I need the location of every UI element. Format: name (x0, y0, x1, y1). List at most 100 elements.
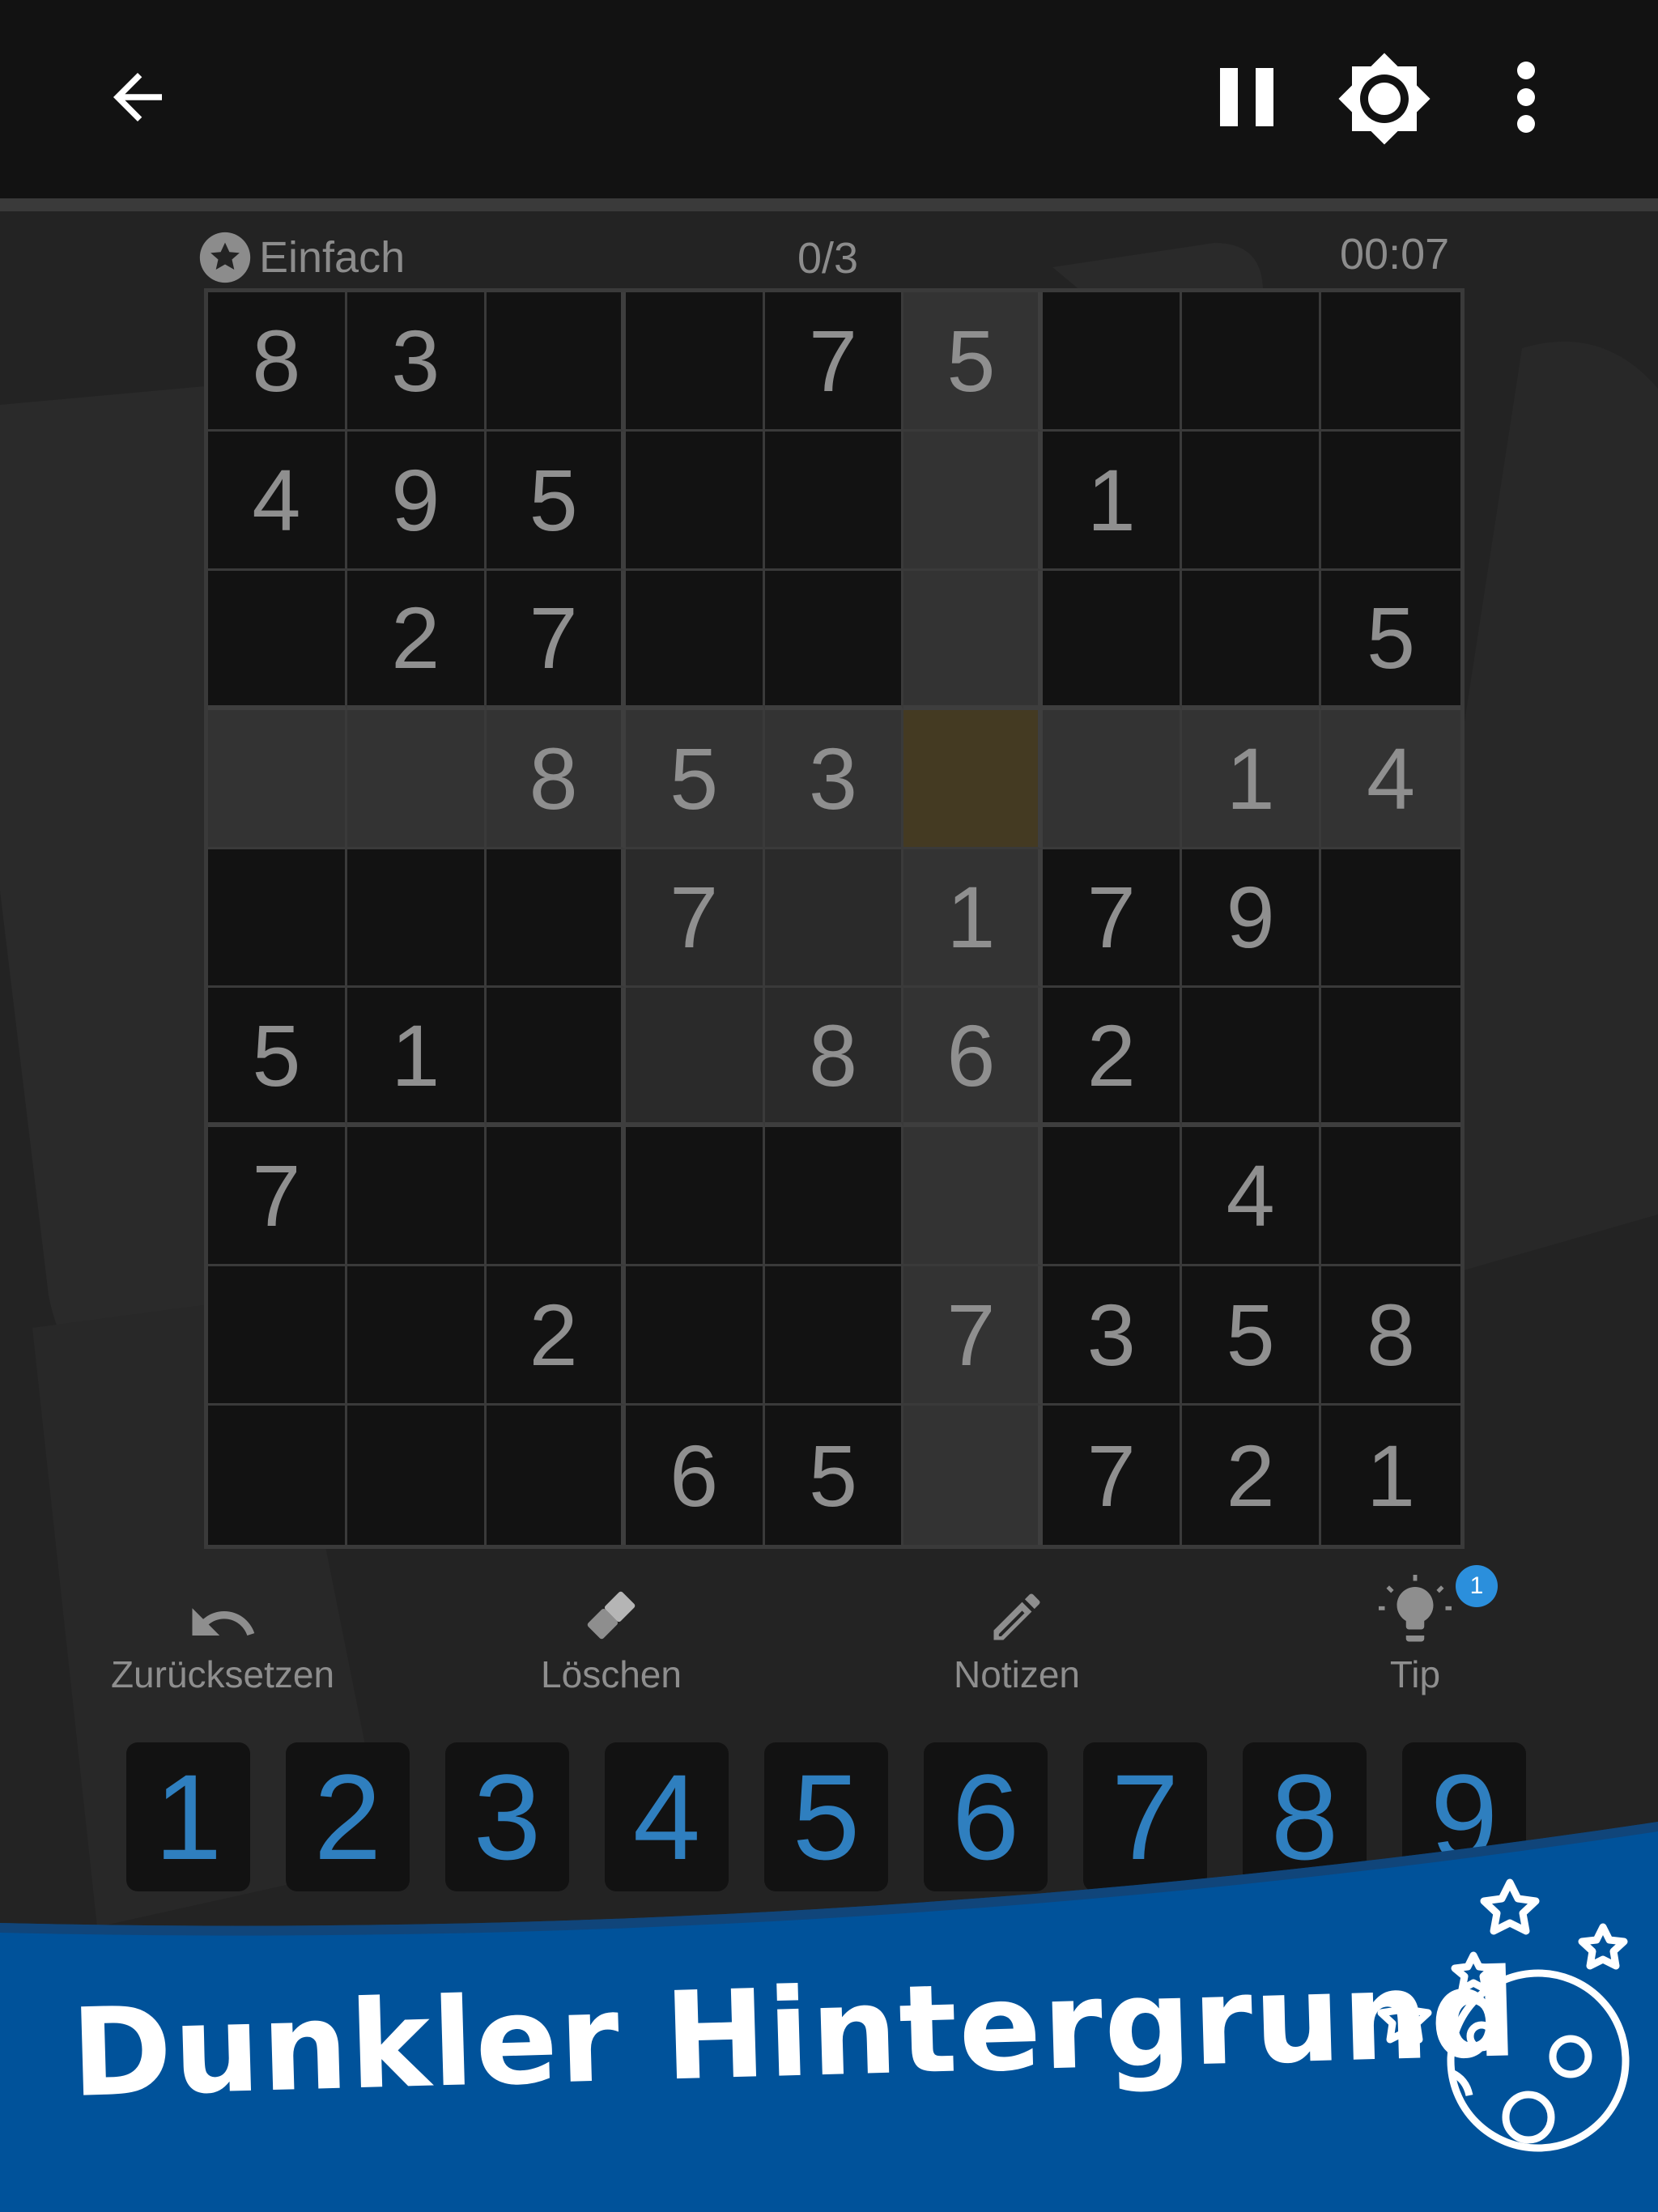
number-key-2[interactable]: 2 (286, 1742, 410, 1891)
sudoku-cell[interactable] (903, 570, 1044, 710)
sudoku-cell[interactable]: 7 (625, 849, 765, 989)
sudoku-cell[interactable]: 7 (903, 1266, 1044, 1406)
sudoku-cell[interactable]: 1 (1182, 709, 1322, 849)
sudoku-cell[interactable] (208, 570, 347, 710)
sudoku-cell[interactable]: 3 (764, 709, 904, 849)
sudoku-cell[interactable] (1182, 988, 1322, 1128)
sudoku-cell[interactable]: 7 (1043, 849, 1183, 989)
sudoku-cell[interactable]: 2 (1043, 988, 1183, 1128)
sudoku-cell[interactable]: 8 (764, 988, 904, 1128)
sudoku-cell[interactable]: 4 (208, 431, 347, 571)
sudoku-cell[interactable]: 5 (764, 1406, 904, 1545)
sudoku-cell[interactable]: 4 (1321, 709, 1460, 849)
sudoku-cell[interactable]: 7 (486, 570, 626, 710)
sudoku-cell[interactable]: 1 (1043, 431, 1183, 571)
sudoku-cell[interactable] (1321, 292, 1460, 432)
undo-button[interactable]: Zurücksetzen (101, 1583, 344, 1696)
sudoku-cell[interactable]: 5 (625, 709, 765, 849)
sudoku-cell[interactable]: 7 (208, 1127, 347, 1267)
notes-button[interactable]: Notizen (895, 1583, 1138, 1696)
sudoku-cell[interactable] (346, 1266, 487, 1406)
sudoku-cell[interactable]: 9 (346, 431, 487, 571)
brightness-button[interactable] (1336, 50, 1433, 147)
sudoku-cell[interactable] (903, 1127, 1044, 1267)
sudoku-cell[interactable] (625, 1266, 765, 1406)
more-menu-button[interactable] (1486, 57, 1567, 138)
sudoku-cell[interactable]: 8 (486, 709, 626, 849)
sudoku-cell[interactable] (1321, 431, 1460, 571)
erase-button[interactable]: Löschen (490, 1583, 733, 1696)
number-key-4[interactable]: 4 (605, 1742, 729, 1891)
sudoku-cell[interactable] (1043, 292, 1183, 432)
sudoku-cell[interactable]: 7 (1043, 1406, 1183, 1545)
sudoku-cell[interactable] (764, 1266, 904, 1406)
sudoku-cell[interactable] (903, 709, 1044, 849)
top-bar-divider (0, 198, 1658, 211)
sudoku-cell[interactable] (1043, 709, 1183, 849)
sudoku-cell[interactable] (208, 849, 347, 989)
sudoku-cell[interactable]: 3 (1043, 1266, 1183, 1406)
sudoku-cell[interactable] (903, 431, 1044, 571)
sudoku-cell[interactable]: 2 (346, 570, 487, 710)
sudoku-cell[interactable] (208, 1406, 347, 1545)
sudoku-cell[interactable] (1321, 849, 1460, 989)
sudoku-cell[interactable] (1182, 570, 1322, 710)
number-key-7[interactable]: 7 (1083, 1742, 1207, 1891)
sudoku-cell[interactable]: 4 (1182, 1127, 1322, 1267)
sudoku-cell[interactable] (346, 709, 487, 849)
sudoku-cell[interactable]: 5 (208, 988, 347, 1128)
sudoku-cell[interactable] (764, 1127, 904, 1267)
sudoku-cell[interactable] (346, 1127, 487, 1267)
sudoku-cell[interactable] (1321, 988, 1460, 1128)
sudoku-cell[interactable]: 7 (764, 292, 904, 432)
sudoku-cell[interactable] (1043, 1127, 1183, 1267)
number-key-9[interactable]: 9 (1402, 1742, 1526, 1891)
sudoku-cell[interactable]: 9 (1182, 849, 1322, 989)
sudoku-cell[interactable]: 1 (1321, 1406, 1460, 1545)
sudoku-cell[interactable] (625, 292, 765, 432)
number-key-8[interactable]: 8 (1243, 1742, 1367, 1891)
sudoku-cell[interactable]: 3 (346, 292, 487, 432)
pause-button[interactable] (1206, 57, 1287, 138)
sudoku-cell[interactable] (346, 849, 487, 989)
sudoku-cell[interactable] (903, 1406, 1044, 1545)
sudoku-cell[interactable] (1182, 292, 1322, 432)
sudoku-cell[interactable] (1182, 431, 1322, 571)
sudoku-cell[interactable] (1043, 570, 1183, 710)
sudoku-cell[interactable] (625, 431, 765, 571)
hint-button[interactable]: 1 Tip (1294, 1565, 1537, 1696)
sudoku-cell[interactable] (208, 709, 347, 849)
sudoku-cell[interactable]: 8 (1321, 1266, 1460, 1406)
sudoku-cell[interactable] (764, 849, 904, 989)
sudoku-cell[interactable] (486, 1406, 626, 1545)
sudoku-cell[interactable] (625, 1127, 765, 1267)
number-key-1[interactable]: 1 (126, 1742, 250, 1891)
sudoku-cell[interactable]: 2 (486, 1266, 626, 1406)
number-key-6[interactable]: 6 (924, 1742, 1048, 1891)
sudoku-cell[interactable]: 2 (1182, 1406, 1322, 1545)
sudoku-cell[interactable] (764, 570, 904, 710)
moon-stars-icon (1377, 1878, 1630, 2152)
sudoku-cell[interactable] (625, 988, 765, 1128)
sudoku-cell[interactable] (486, 292, 626, 432)
sudoku-cell[interactable]: 5 (486, 431, 626, 571)
sudoku-cell[interactable]: 8 (208, 292, 347, 432)
sudoku-cell[interactable]: 1 (903, 849, 1044, 989)
sudoku-cell[interactable] (486, 988, 626, 1128)
sudoku-cell[interactable] (1321, 1127, 1460, 1267)
sudoku-cell[interactable]: 6 (625, 1406, 765, 1545)
sudoku-cell[interactable] (486, 849, 626, 989)
number-key-5[interactable]: 5 (764, 1742, 888, 1891)
sudoku-cell[interactable] (208, 1266, 347, 1406)
number-key-3[interactable]: 3 (445, 1742, 569, 1891)
sudoku-cell[interactable] (764, 431, 904, 571)
sudoku-cell[interactable]: 5 (903, 292, 1044, 432)
sudoku-cell[interactable]: 5 (1321, 570, 1460, 710)
sudoku-cell[interactable]: 6 (903, 988, 1044, 1128)
sudoku-cell[interactable] (486, 1127, 626, 1267)
sudoku-cell[interactable]: 1 (346, 988, 487, 1128)
sudoku-cell[interactable]: 5 (1182, 1266, 1322, 1406)
back-button[interactable] (97, 57, 178, 138)
sudoku-cell[interactable] (346, 1406, 487, 1545)
sudoku-cell[interactable] (625, 570, 765, 710)
